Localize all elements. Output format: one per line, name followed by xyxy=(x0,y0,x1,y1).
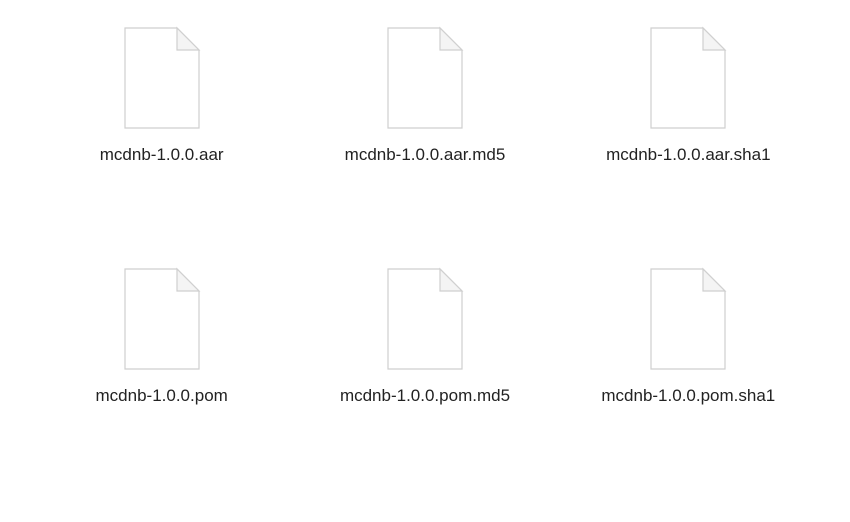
generic-document-icon xyxy=(121,267,203,371)
generic-document-icon xyxy=(647,267,729,371)
file-label: mcdnb-1.0.0.aar xyxy=(100,144,224,165)
file-grid: mcdnb-1.0.0.aar mcdnb-1.0.0.aar.md5 mcdn… xyxy=(0,0,850,522)
file-label: mcdnb-1.0.0.pom.md5 xyxy=(340,385,510,406)
file-label: mcdnb-1.0.0.aar.md5 xyxy=(345,144,506,165)
file-item[interactable]: mcdnb-1.0.0.pom xyxy=(40,261,283,492)
file-label: mcdnb-1.0.0.pom.sha1 xyxy=(601,385,775,406)
file-label: mcdnb-1.0.0.pom xyxy=(96,385,228,406)
file-label: mcdnb-1.0.0.aar.sha1 xyxy=(606,144,770,165)
generic-document-icon xyxy=(121,26,203,130)
file-item[interactable]: mcdnb-1.0.0.pom.md5 xyxy=(303,261,546,492)
generic-document-icon xyxy=(647,26,729,130)
file-item[interactable]: mcdnb-1.0.0.aar.sha1 xyxy=(567,20,810,251)
generic-document-icon xyxy=(384,267,466,371)
generic-document-icon xyxy=(384,26,466,130)
file-item[interactable]: mcdnb-1.0.0.aar.md5 xyxy=(303,20,546,251)
file-item[interactable]: mcdnb-1.0.0.aar xyxy=(40,20,283,251)
file-item[interactable]: mcdnb-1.0.0.pom.sha1 xyxy=(567,261,810,492)
